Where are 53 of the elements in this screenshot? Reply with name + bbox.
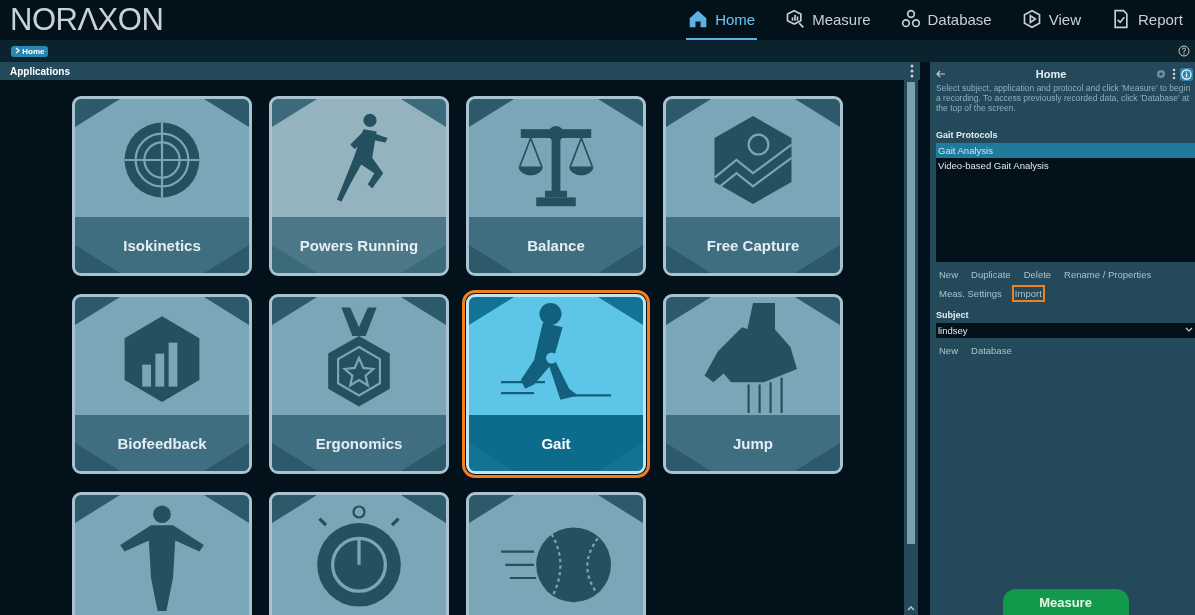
protocol-action-link[interactable]: Meas. Settings	[936, 284, 1005, 302]
protocol-action-link[interactable]: Delete	[1020, 265, 1055, 283]
nav-tab[interactable]: Report	[1108, 0, 1185, 40]
application-tile[interactable]: Isokinetics	[72, 96, 252, 276]
logo: NORΛXON	[10, 2, 165, 38]
medal-icon	[328, 307, 390, 407]
protocols-label: Gait Protocols	[936, 129, 999, 140]
home-icon	[688, 9, 709, 29]
subject-action-link[interactable]: Database	[968, 341, 1015, 359]
protocol-item[interactable]: Gait Analysis	[936, 142, 1195, 158]
application-tile[interactable]: Ergonomics	[269, 294, 449, 474]
protocol-action-link[interactable]: Duplicate	[968, 265, 1014, 283]
subject-label: Subject	[936, 309, 970, 320]
subject-dropdown[interactable]: lindsey	[936, 322, 1195, 338]
help-icon[interactable]	[1178, 45, 1190, 57]
stopwatch-icon	[317, 505, 401, 607]
nav-tab[interactable]: Measure	[783, 0, 873, 40]
circles-icon	[900, 9, 921, 29]
subject-action-link[interactable]: New	[936, 341, 961, 359]
muscle-figure-icon	[120, 505, 204, 611]
runner-icon	[337, 113, 388, 202]
kebab-menu-icon[interactable]	[910, 64, 914, 78]
baseball-icon	[501, 527, 611, 603]
measure-button[interactable]: Measure	[1002, 589, 1129, 615]
section-title: Applications	[10, 65, 70, 77]
panel-title: Home	[1034, 68, 1068, 80]
breadcrumb[interactable]: Home	[11, 45, 49, 57]
application-tile[interactable]: Powers Running	[269, 96, 449, 276]
application-tile[interactable]: Balance	[466, 96, 646, 276]
kebab-menu-icon[interactable]	[1172, 68, 1176, 80]
scrollbar-thumb[interactable]	[907, 82, 915, 544]
magnifier-chart-icon	[785, 9, 806, 29]
hexagon-image-icon	[713, 116, 793, 204]
settings-icon[interactable]	[1156, 69, 1166, 79]
play-icon	[1021, 9, 1042, 29]
application-tile[interactable]: Biofeedback	[72, 294, 252, 474]
protocol-action-link[interactable]: Rename / Properties	[1061, 265, 1155, 283]
chevron-down-icon	[1185, 327, 1193, 334]
application-tile[interactable]: Jump	[663, 294, 843, 474]
application-tile[interactable]: Free Capture	[663, 96, 843, 276]
hexagon-bar-chart-icon	[124, 316, 200, 402]
protocol-action-link[interactable]: Import	[1011, 284, 1045, 302]
protocol-action-link[interactable]: New	[936, 265, 961, 283]
nav-tab[interactable]: View	[1019, 0, 1083, 40]
chevron-up-icon[interactable]	[907, 605, 915, 611]
nav-tab[interactable]: Database	[898, 0, 994, 40]
target-icon	[123, 121, 201, 199]
chevron-right-icon	[15, 46, 20, 54]
scale-icon	[518, 125, 594, 207]
back-arrow-icon[interactable]	[936, 69, 946, 79]
instructions-text: Select subject, application and protocol and click 'Measure' to begin a recording. To access previously recorded data, click 'Database' at the top of the screen.	[936, 83, 1191, 114]
info-icon[interactable]	[1180, 67, 1193, 81]
leg-skeleton-icon	[501, 303, 611, 400]
